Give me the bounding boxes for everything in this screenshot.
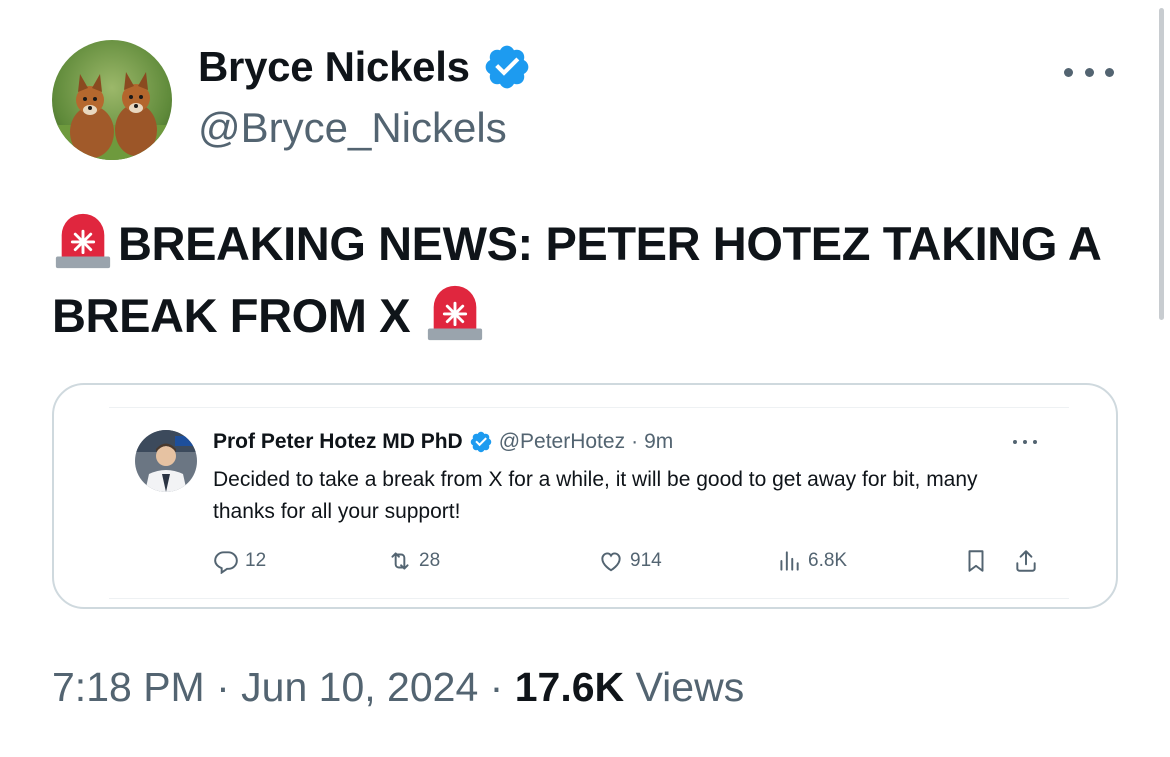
quoted-tweet-screenshot: Prof Peter Hotez MD PhD @PeterHotez · 9m… — [109, 407, 1069, 599]
quoted-like-stat: 914 — [598, 548, 662, 574]
tweet-views-count[interactable]: 17.6K — [515, 664, 624, 710]
more-dot-icon — [1064, 67, 1073, 77]
tweet-text: BREAKING NEWS: PETER HOTEZ TAKING A BREA… — [52, 208, 1142, 352]
tweet-text-content: BREAKING NEWS: PETER HOTEZ TAKING A BREA… — [52, 217, 1100, 342]
quoted-bookmark — [963, 548, 995, 574]
tweet-time[interactable]: 7:18 PM — [52, 664, 205, 710]
verified-badge-icon — [485, 45, 528, 89]
quoted-author-avatar — [135, 430, 197, 492]
share-icon — [1016, 550, 1036, 572]
reply-icon — [214, 551, 238, 574]
like-count: 914 — [630, 550, 662, 571]
author-name[interactable]: Bryce Nickels — [198, 43, 470, 91]
more-options-button[interactable] — [1064, 62, 1114, 82]
retweet-count: 28 — [419, 550, 441, 571]
meta-separator: · — [489, 664, 504, 710]
tweet-meta: 7:18 PM · Jun 10, 2024 · 17.6K Views — [52, 664, 744, 711]
police-light-icon — [55, 213, 111, 269]
quoted-author-handle: @PeterHotez — [498, 430, 626, 453]
person-avatar-image — [135, 430, 197, 492]
bookmark-icon — [968, 550, 984, 572]
verified-badge-icon — [470, 431, 491, 453]
fox-avatar-image — [52, 40, 172, 160]
quoted-tweet-text: Decided to take a break from X for a whi… — [213, 468, 978, 523]
reply-count: 12 — [245, 550, 267, 571]
views-count: 6.8K — [808, 550, 848, 571]
more-dot-icon — [1084, 67, 1094, 77]
quoted-views-stat: 6.8K — [776, 548, 847, 574]
quoted-more-icon — [1013, 438, 1037, 446]
scrollbar[interactable] — [1159, 8, 1164, 320]
quoted-reply-stat: 12 — [213, 548, 266, 574]
retweet-icon — [391, 552, 409, 570]
analytics-icon — [780, 551, 799, 571]
author-handle[interactable]: @Bryce_Nickels — [198, 104, 507, 152]
author-name-row[interactable]: Bryce Nickels — [198, 42, 532, 92]
quoted-header: Prof Peter Hotez MD PhD @PeterHotez · 9m — [213, 430, 673, 454]
tweet-date[interactable]: Jun 10, 2024 — [241, 664, 478, 710]
quoted-timestamp: 9m — [644, 430, 674, 453]
tweet-page: Bryce Nickels @Bryce_Nickels BREAKING NE… — [0, 0, 1170, 757]
tweet-views-label: Views — [635, 664, 745, 710]
quoted-action-bar: 12 28 914 6.8K — [213, 548, 1053, 578]
quoted-retweet-stat: 28 — [387, 548, 440, 574]
tweet-image[interactable]: Prof Peter Hotez MD PhD @PeterHotez · 9m… — [52, 383, 1118, 609]
heart-icon — [601, 552, 621, 572]
quoted-author-name: Prof Peter Hotez MD PhD — [213, 430, 463, 453]
quoted-share — [1013, 548, 1045, 574]
quoted-separator: · — [631, 430, 639, 453]
more-dot-icon — [1105, 67, 1114, 77]
meta-separator: · — [216, 664, 230, 710]
police-light-icon — [428, 285, 483, 341]
author-avatar[interactable] — [52, 40, 172, 160]
